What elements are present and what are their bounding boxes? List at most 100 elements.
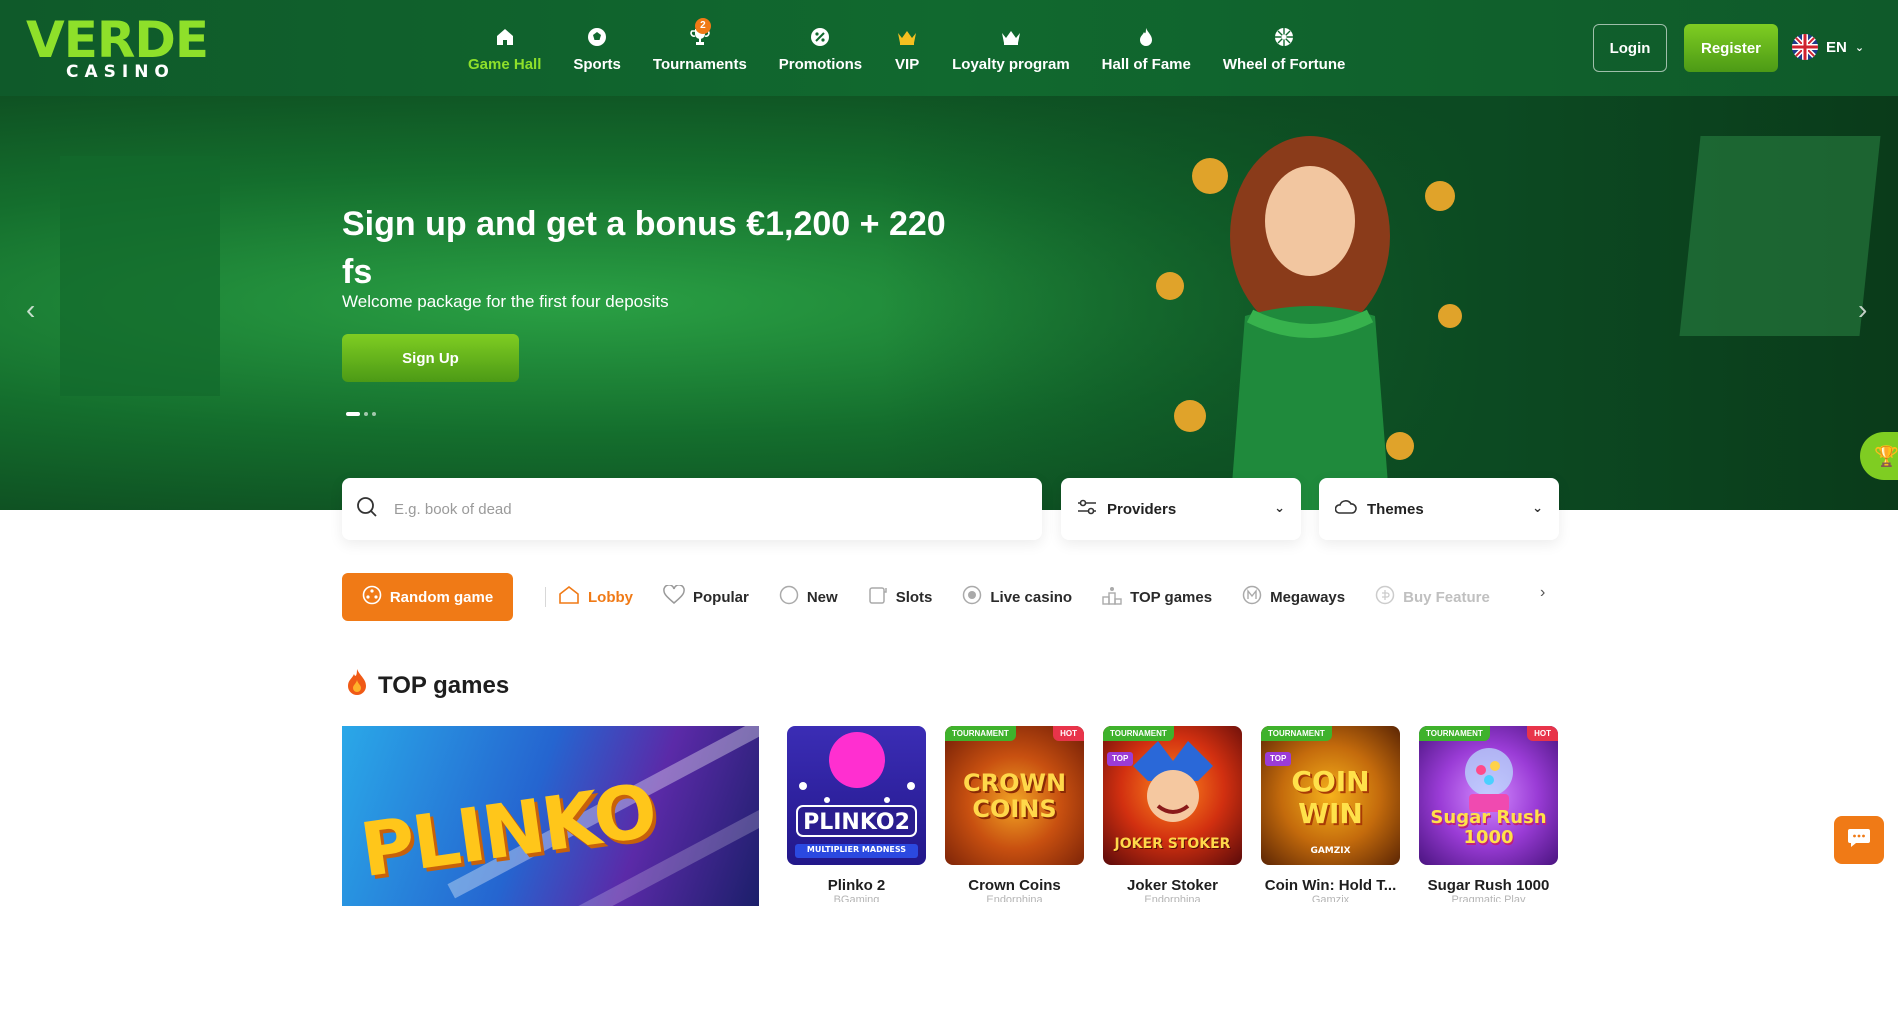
nav-promotions[interactable]: Promotions — [763, 0, 878, 96]
register-button[interactable]: Register — [1684, 24, 1778, 72]
loyalty-crown-icon — [998, 24, 1024, 50]
slots-icon — [868, 585, 888, 609]
carousel-dot[interactable] — [346, 412, 360, 416]
nav-wheel-of-fortune[interactable]: Wheel of Fortune — [1207, 0, 1362, 96]
category-label: Slots — [895, 588, 933, 606]
logo-wordmark: VERDE — [26, 11, 209, 69]
game-name: Crown Coins — [968, 877, 1061, 894]
category-label: Popular — [693, 588, 749, 606]
carousel-dot[interactable] — [372, 412, 376, 416]
background-machine-left — [60, 156, 220, 396]
game-art-title: COIN WIN — [1291, 765, 1370, 830]
game-thumbnail[interactable]: Sugar Rush 1000 TOURNAMENT HOT — [1419, 726, 1558, 865]
wheel-icon — [1271, 24, 1297, 50]
game-thumbnail[interactable]: CROWN COINS TOURNAMENT HOT — [945, 726, 1084, 865]
nav-vip[interactable]: VIP — [878, 0, 936, 96]
game-card[interactable]: Sugar Rush 1000 TOURNAMENT HOT Sugar Rus… — [1419, 726, 1558, 902]
nav-label: Wheel of Fortune — [1222, 55, 1346, 73]
podium-icon — [1102, 585, 1122, 609]
nav-sports[interactable]: Sports — [557, 0, 637, 96]
featured-game-card[interactable]: PLINKO — [342, 726, 759, 906]
carousel-dot[interactable] — [364, 412, 368, 416]
nav-label: VIP — [895, 55, 920, 73]
category-label: Live casino — [990, 588, 1073, 606]
themes-dropdown[interactable]: Themes ⌄ — [1319, 478, 1559, 540]
game-name: Plinko 2 — [827, 877, 886, 894]
signup-button[interactable]: Sign Up — [342, 334, 519, 382]
game-thumbnail[interactable]: PLINKO2 MULTIPLIER MADNESS — [787, 726, 926, 865]
live-icon — [962, 585, 982, 609]
game-art-title: CROWN COINS — [962, 769, 1067, 823]
providers-dropdown[interactable]: Providers ⌄ — [1061, 478, 1301, 540]
game-art-caption: GAMZIX — [1310, 846, 1351, 856]
hero-prev-arrow[interactable]: ‹ — [26, 296, 46, 324]
trophy-icon: 🏆 — [1874, 446, 1898, 468]
game-art-caption: MULTIPLIER MADNESS — [806, 845, 907, 854]
category-megaways[interactable]: Megaways — [1242, 585, 1345, 609]
hero-banner: ‹ › Sign up and get a bonus €1,200 + 220… — [0, 96, 1898, 510]
heart-icon — [663, 584, 685, 609]
category-lobby[interactable]: Lobby — [558, 585, 633, 609]
random-game-label: Random game — [389, 588, 494, 606]
top-badge: TOP — [1107, 752, 1134, 766]
nav-label: Hall of Fame — [1101, 55, 1191, 73]
category-bar: Random game Lobby Popular New Slots Live… — [342, 573, 1520, 621]
carousel-dots — [346, 412, 376, 416]
chevron-down-icon: ⌄ — [1532, 500, 1543, 515]
game-card[interactable]: COIN WIN GAMZIX TOURNAMENT TOP Coin Win:… — [1261, 726, 1400, 902]
category-top-games[interactable]: TOP games — [1102, 585, 1212, 609]
category-popular[interactable]: Popular — [663, 584, 749, 609]
category-new[interactable]: New — [779, 585, 838, 609]
game-provider: Pragmatic Play — [1451, 894, 1526, 902]
chat-icon — [1847, 827, 1871, 854]
category-buy-feature[interactable]: Buy Feature — [1375, 585, 1490, 609]
hot-badge: HOT — [1053, 726, 1084, 741]
nav-label: Loyalty program — [952, 55, 1070, 73]
divider — [545, 587, 546, 607]
game-art-title: PLINKO2 — [803, 810, 910, 835]
sliders-icon — [1077, 499, 1097, 519]
tournament-badge: TOURNAMENT — [1103, 726, 1174, 741]
nav-loyalty[interactable]: Loyalty program — [936, 0, 1086, 96]
category-label: Lobby — [588, 588, 633, 606]
game-provider: BGaming — [833, 894, 880, 902]
login-button[interactable]: Login — [1593, 24, 1667, 72]
themes-label: Themes — [1367, 500, 1424, 518]
nav-hall-of-fame[interactable]: Hall of Fame — [1086, 0, 1207, 96]
chevron-right-icon[interactable]: › — [1540, 584, 1545, 602]
category-live-casino[interactable]: Live casino — [962, 585, 1072, 609]
megaways-icon — [1242, 585, 1262, 609]
nav-label: Sports — [573, 55, 621, 73]
hero-character-illustration — [1156, 136, 1462, 510]
game-name: Joker Stoker — [1127, 877, 1218, 894]
hero-next-arrow[interactable]: › — [1858, 296, 1878, 324]
casino-logo[interactable]: VERDE CASINO — [26, 11, 211, 82]
category-label: Megaways — [1270, 588, 1346, 606]
search-input[interactable] — [394, 500, 994, 518]
site-header: VERDE CASINO Game Hall Sports 2 Tourname… — [0, 0, 1898, 96]
game-provider: Gamzix — [1311, 894, 1350, 902]
game-provider: Endorphina — [986, 894, 1043, 902]
category-slots[interactable]: Slots — [868, 585, 933, 609]
section-title-text: TOP games — [378, 671, 510, 699]
category-label: TOP games — [1130, 588, 1213, 606]
game-thumbnail[interactable]: JOKER STOKER TOURNAMENT TOP — [1103, 726, 1242, 865]
flame-icon — [1133, 24, 1159, 50]
logo-subtitle: CASINO — [66, 62, 175, 82]
game-card[interactable]: JOKER STOKER TOURNAMENT TOP Joker Stoker… — [1103, 726, 1242, 902]
top-badge: TOP — [1265, 752, 1292, 766]
game-art-title: Sugar Rush 1000 — [1430, 807, 1547, 848]
language-selector[interactable]: EN ⌄ — [1792, 34, 1864, 60]
random-game-button[interactable]: Random game — [342, 573, 513, 621]
game-thumbnail[interactable]: COIN WIN GAMZIX TOURNAMENT TOP — [1261, 726, 1400, 865]
game-card[interactable]: CROWN COINS TOURNAMENT HOT Crown Coins E… — [945, 726, 1084, 902]
hot-badge: HOT — [1527, 726, 1558, 741]
nav-tournaments[interactable]: 2 Tournaments — [637, 0, 763, 96]
lobby-icon — [558, 585, 580, 609]
game-card[interactable]: PLINKO2 MULTIPLIER MADNESS Plinko 2 BGam… — [787, 726, 926, 902]
themes-icon — [1334, 498, 1357, 520]
nav-game-hall[interactable]: Game Hall — [452, 0, 557, 96]
game-name: Coin Win: Hold T... — [1264, 877, 1397, 894]
game-name: Sugar Rush 1000 — [1427, 877, 1550, 894]
chat-button[interactable] — [1834, 816, 1884, 864]
